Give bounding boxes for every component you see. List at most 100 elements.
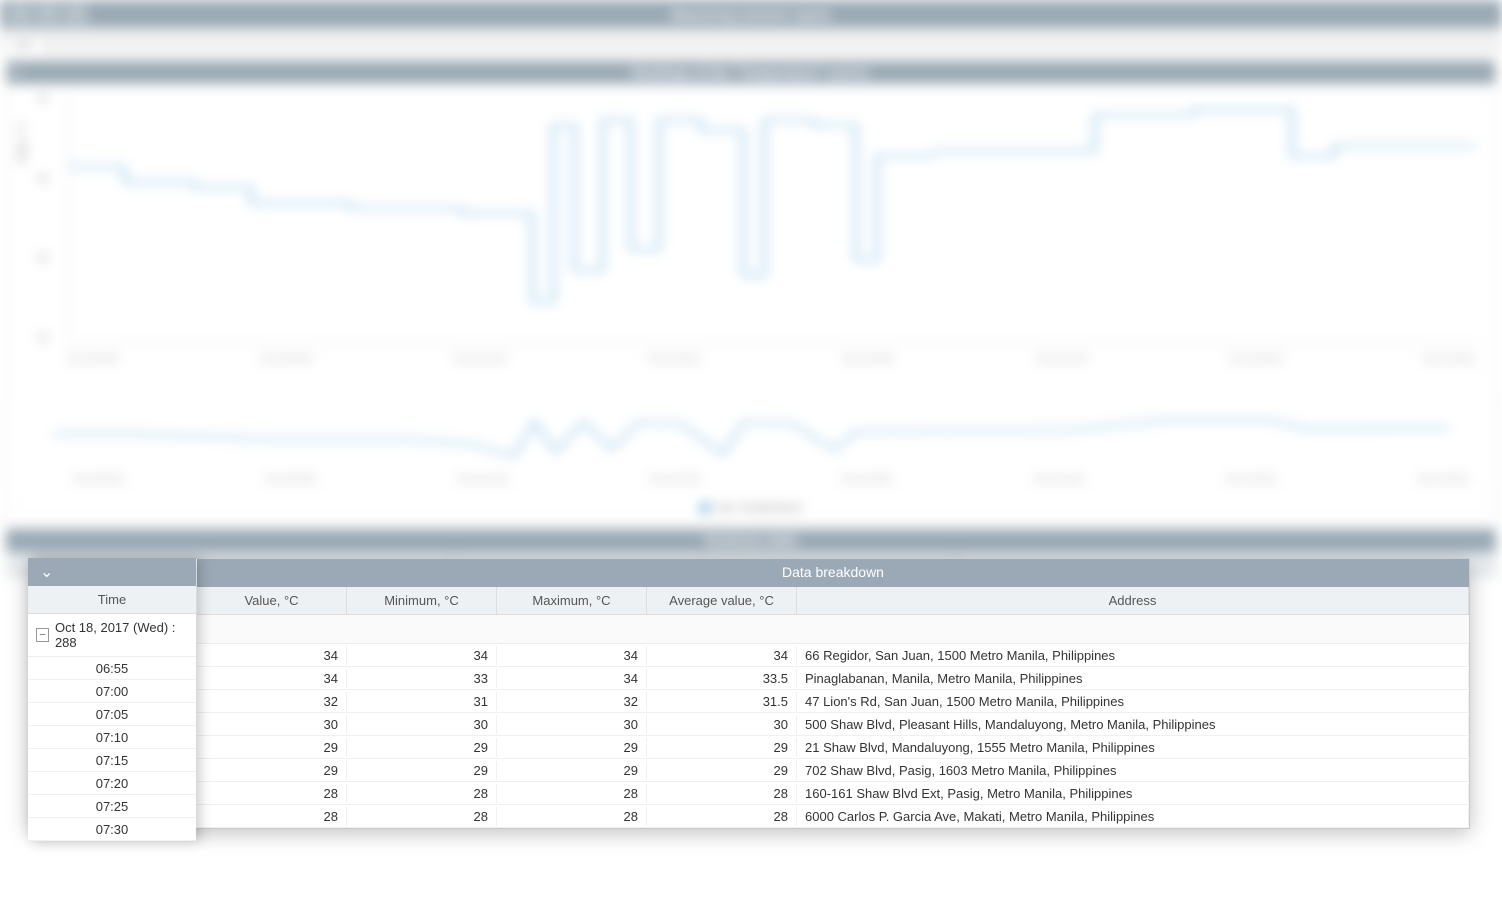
- cell-max: 28: [497, 807, 647, 826]
- legend-swatch: [700, 503, 710, 513]
- xtick: Oct 18 15:00: [648, 354, 700, 364]
- chart-x-ticks: Oct 18 06:00 Oct 18 09:00 Oct 18 12:00 O…: [67, 354, 1475, 364]
- chart-legend: test: Temperature: [7, 494, 1495, 522]
- cell-addr: Pinaglabanan, Manila, Metro Manila, Phil…: [797, 669, 1469, 688]
- chevron-down-icon: ⌄: [40, 562, 53, 582]
- col-min-header[interactable]: Minimum, °C: [347, 587, 497, 614]
- ytick: 25: [37, 333, 48, 344]
- cell-value: 29: [197, 761, 347, 780]
- cell-min: 31: [347, 692, 497, 711]
- toolbar-icon-3[interactable]: [64, 4, 88, 24]
- time-column-header: Time: [28, 586, 196, 614]
- cell-avg: 34: [647, 646, 797, 665]
- collapse-minus-icon[interactable]: −: [36, 628, 49, 642]
- cell-max: 34: [497, 646, 647, 665]
- xtick: Oct 19 00:00: [1230, 354, 1282, 364]
- breakdown-popup: Data breakdown Value, °C Minimum, °C Max…: [28, 558, 1470, 829]
- time-cell[interactable]: 07:05: [28, 703, 196, 726]
- col-value-header[interactable]: Value, °C: [197, 587, 347, 614]
- xtick: Oct 18 18:00: [842, 354, 894, 364]
- breakdown-chevron-bar[interactable]: ⌄: [28, 558, 196, 586]
- chart-panel: ▾ Readings of the "Temperature" sensor V…: [6, 60, 1496, 523]
- cell-max: 29: [497, 761, 647, 780]
- col-max-header[interactable]: Maximum, °C: [497, 587, 647, 614]
- table-row[interactable]: 28282828160-161 Shaw Blvd Ext, Pasig, Me…: [197, 782, 1469, 805]
- cell-min: 29: [347, 738, 497, 757]
- xtick: Oct 18 15:00: [649, 474, 701, 484]
- time-cell[interactable]: 07:25: [28, 795, 196, 818]
- table-row[interactable]: 282828286000 Carlos P. Garcia Ave, Makat…: [197, 805, 1469, 828]
- tab-item[interactable]: test: [4, 35, 44, 54]
- time-cell[interactable]: 07:30: [28, 818, 196, 841]
- time-cell[interactable]: 06:55: [28, 657, 196, 680]
- cell-value: 34: [197, 646, 347, 665]
- ytick: 40: [37, 94, 48, 105]
- time-cell[interactable]: 07:10: [28, 726, 196, 749]
- cell-addr: 66 Regidor, San Juan, 1500 Metro Manila,…: [797, 646, 1469, 665]
- cell-avg: 30: [647, 715, 797, 734]
- table-row[interactable]: 34333433.5Pinaglabanan, Manila, Metro Ma…: [197, 667, 1469, 690]
- xtick: Oct 18 06:00: [67, 354, 119, 364]
- table-row[interactable]: 30303030500 Shaw Blvd, Pleasant Hills, M…: [197, 713, 1469, 736]
- breakdown-time-column: ⌄ Time − Oct 18, 2017 (Wed) : 288 06:550…: [28, 558, 196, 841]
- cell-min: 30: [347, 715, 497, 734]
- cell-min: 33: [347, 669, 497, 688]
- col-addr-header[interactable]: Address: [797, 587, 1469, 614]
- cell-value: 32: [197, 692, 347, 711]
- xtick: Oct 19 03:00: [1417, 474, 1469, 484]
- time-cell[interactable]: 07:15: [28, 749, 196, 772]
- cell-addr: 160-161 Shaw Blvd Ext, Pasig, Metro Mani…: [797, 784, 1469, 803]
- cell-avg: 31.5: [647, 692, 797, 711]
- cell-value: 28: [197, 784, 347, 803]
- cell-addr: 6000 Carlos P. Garcia Ave, Makati, Metro…: [797, 807, 1469, 826]
- chart-y-ticks: 40 35 30 25: [37, 94, 48, 344]
- xtick: Oct 18 06:00: [73, 474, 125, 484]
- xtick: Oct 18 18:00: [841, 474, 893, 484]
- chart-plot-area[interactable]: [67, 94, 1475, 344]
- app-toolbar: Measuring sensors report: [0, 0, 1502, 28]
- table-row[interactable]: 2929292921 Shaw Blvd, Mandaluyong, 1555 …: [197, 736, 1469, 759]
- cell-min: 34: [347, 646, 497, 665]
- app-title: Measuring sensors report: [671, 7, 831, 22]
- xtick: Oct 18 12:00: [457, 474, 509, 484]
- chart-body: Value, °C 40 35 30 25 Oct 18 06:00 Oct 1…: [7, 84, 1495, 404]
- toolbar-icon-2[interactable]: [36, 4, 60, 24]
- chart-title: Readings of the "Temperature" sensor: [632, 65, 869, 80]
- xtick: Oct 18 12:00: [455, 354, 507, 364]
- group-spacer: [197, 615, 1469, 644]
- time-cell[interactable]: 07:00: [28, 680, 196, 703]
- table-row[interactable]: 29292929702 Shaw Blvd, Pasig, 1603 Metro…: [197, 759, 1469, 782]
- col-avg-header[interactable]: Average value, °C: [647, 587, 797, 614]
- cell-value: 30: [197, 715, 347, 734]
- xtick: Oct 19 03:00: [1423, 354, 1475, 364]
- xtick: Oct 19 00:00: [1225, 474, 1277, 484]
- cell-addr: 21 Shaw Blvd, Mandaluyong, 1555 Metro Ma…: [797, 738, 1469, 757]
- table-row[interactable]: 32313231.547 Lion's Rd, San Juan, 1500 M…: [197, 690, 1469, 713]
- ytick: 35: [37, 174, 48, 185]
- time-cell[interactable]: 07:20: [28, 772, 196, 795]
- summary-table-title: Summary table: [6, 529, 1496, 552]
- breakdown-header-row: Value, °C Minimum, °C Maximum, °C Averag…: [197, 587, 1469, 615]
- toolbar-icon-1[interactable]: [8, 4, 32, 24]
- date-group-label: Oct 18, 2017 (Wed) : 288: [55, 620, 188, 650]
- table-row[interactable]: 3434343466 Regidor, San Juan, 1500 Metro…: [197, 644, 1469, 667]
- cell-min: 28: [347, 807, 497, 826]
- cell-min: 28: [347, 784, 497, 803]
- cell-addr: 47 Lion's Rd, San Juan, 1500 Metro Manil…: [797, 692, 1469, 711]
- cell-avg: 29: [647, 738, 797, 757]
- cell-max: 30: [497, 715, 647, 734]
- cell-avg: 28: [647, 807, 797, 826]
- chart-y-label: Value, °C: [17, 122, 28, 164]
- chart-overview[interactable]: Oct 18 06:00 Oct 18 09:00 Oct 18 12:00 O…: [13, 404, 1489, 494]
- cell-value: 29: [197, 738, 347, 757]
- ytick: 30: [37, 253, 48, 264]
- chevron-down-icon[interactable]: ▾: [15, 66, 21, 79]
- cell-max: 29: [497, 738, 647, 757]
- cell-addr: 702 Shaw Blvd, Pasig, 1603 Metro Manila,…: [797, 761, 1469, 780]
- cell-value: 34: [197, 669, 347, 688]
- date-group-row[interactable]: − Oct 18, 2017 (Wed) : 288: [28, 614, 196, 657]
- tab-bar: test: [0, 28, 1502, 54]
- xtick: Oct 18 21:00: [1033, 474, 1085, 484]
- cell-avg: 29: [647, 761, 797, 780]
- cell-max: 34: [497, 669, 647, 688]
